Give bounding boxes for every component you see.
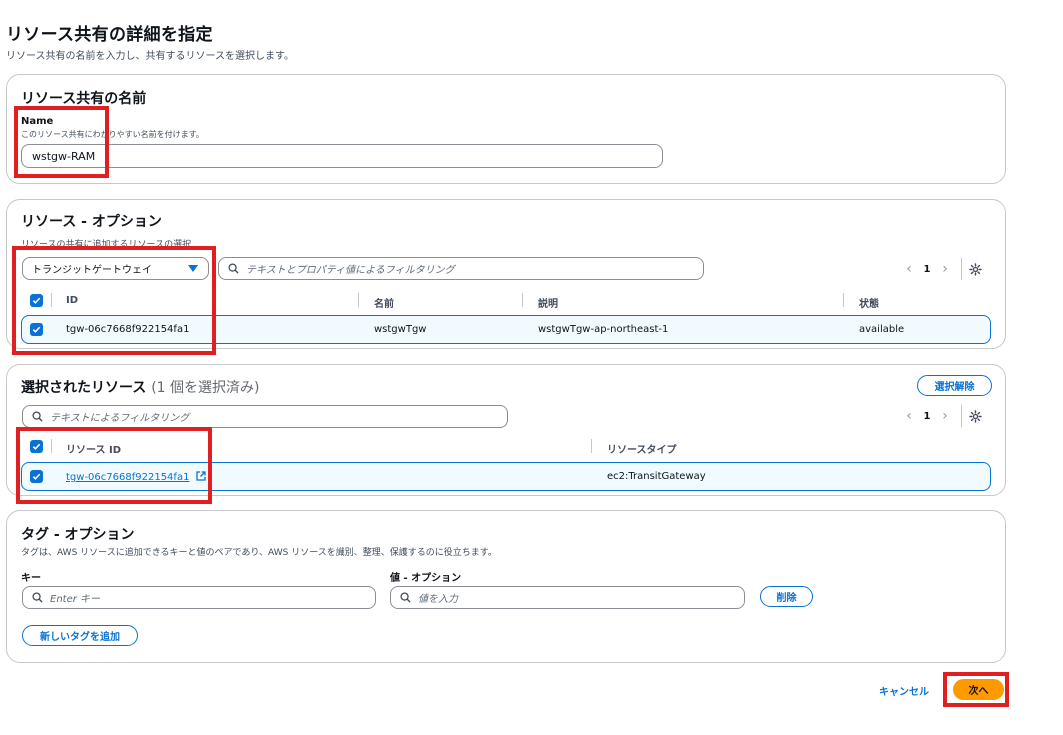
chevron-right-icon[interactable]: › — [935, 261, 955, 277]
page-title: リソース共有の詳細を指定 — [6, 25, 213, 45]
row-state: available — [859, 324, 905, 335]
tags-section-heading: タグ - オプション — [21, 527, 135, 543]
column-header-state[interactable]: 状態 — [859, 295, 879, 310]
tags-section-description: タグは、AWS リソースに追加できるキーと値のペアであり、AWS リソースを識別… — [21, 548, 497, 558]
gear-icon[interactable] — [969, 262, 982, 276]
add-tag-button[interactable]: 新しいタグを追加 — [22, 625, 138, 646]
selected-page-number[interactable]: 1 — [919, 411, 935, 422]
tags-container: タグ - オプション タグは、AWS リソースに追加できるキーと値のペアであり、… — [6, 510, 1006, 663]
selected-filter-input[interactable]: テキストによるフィルタリング — [22, 405, 508, 428]
name-section-heading: リソース共有の名前 — [21, 91, 147, 107]
selected-filter-placeholder: テキストによるフィルタリング — [50, 413, 190, 424]
name-input[interactable]: wstgw-RAM — [21, 144, 663, 168]
search-icon — [32, 411, 43, 422]
resources-filter-placeholder: テキストとプロパティ値によるフィルタリング — [246, 265, 455, 276]
gear-icon[interactable] — [969, 409, 982, 423]
search-icon — [32, 592, 43, 603]
chevron-left-icon[interactable]: ‹ — [899, 261, 919, 277]
highlight-box — [14, 106, 109, 178]
resources-pagination: ‹ 1 › — [899, 258, 982, 280]
highlight-box — [12, 246, 216, 355]
selected-section-title: 選択されたリソース — [21, 380, 147, 396]
highlight-box — [943, 672, 1009, 707]
selected-pagination: ‹ 1 › — [899, 405, 982, 427]
chevron-right-icon[interactable]: › — [935, 408, 955, 424]
highlight-box — [16, 427, 212, 504]
resources-section-heading: リソース - オプション — [21, 214, 162, 230]
tag-key-input[interactable]: Enter キー — [22, 586, 376, 609]
row-name: wstgwTgw — [374, 324, 427, 335]
resource-share-name-container: リソース共有の名前 Name このリソース共有にわかりやすい名前を付けます。 w… — [6, 74, 1006, 184]
tag-value-label: 値 - オプション — [390, 573, 462, 584]
cancel-button[interactable]: キャンセル — [879, 683, 929, 698]
resources-filter-input[interactable]: テキストとプロパティ値によるフィルタリング — [218, 257, 704, 280]
tag-key-label: キー — [21, 573, 41, 584]
search-icon — [228, 263, 239, 274]
column-header-description[interactable]: 説明 — [538, 295, 558, 310]
page-description: リソース共有の名前を入力し、共有するリソースを選択します。 — [6, 51, 294, 62]
selected-count: (1 個を選択済み) — [151, 380, 260, 396]
tag-value-input[interactable]: 値を入力 — [390, 586, 745, 609]
row-resource-type: ec2:TransitGateway — [607, 471, 706, 482]
chevron-left-icon[interactable]: ‹ — [899, 408, 919, 424]
column-header-resource-type[interactable]: リソースタイプ — [607, 441, 677, 456]
resources-page-number[interactable]: 1 — [919, 264, 935, 275]
search-icon — [400, 592, 411, 603]
deselect-button[interactable]: 選択解除 — [917, 375, 992, 396]
tag-key-placeholder: Enter キー — [50, 594, 101, 605]
column-header-name[interactable]: 名前 — [374, 295, 394, 310]
remove-tag-button[interactable]: 削除 — [760, 586, 813, 607]
tag-value-placeholder: 値を入力 — [418, 594, 458, 605]
selected-section-heading: 選択されたリソース (1 個を選択済み) — [21, 377, 259, 397]
row-description: wstgwTgw-ap-northeast-1 — [538, 324, 669, 335]
